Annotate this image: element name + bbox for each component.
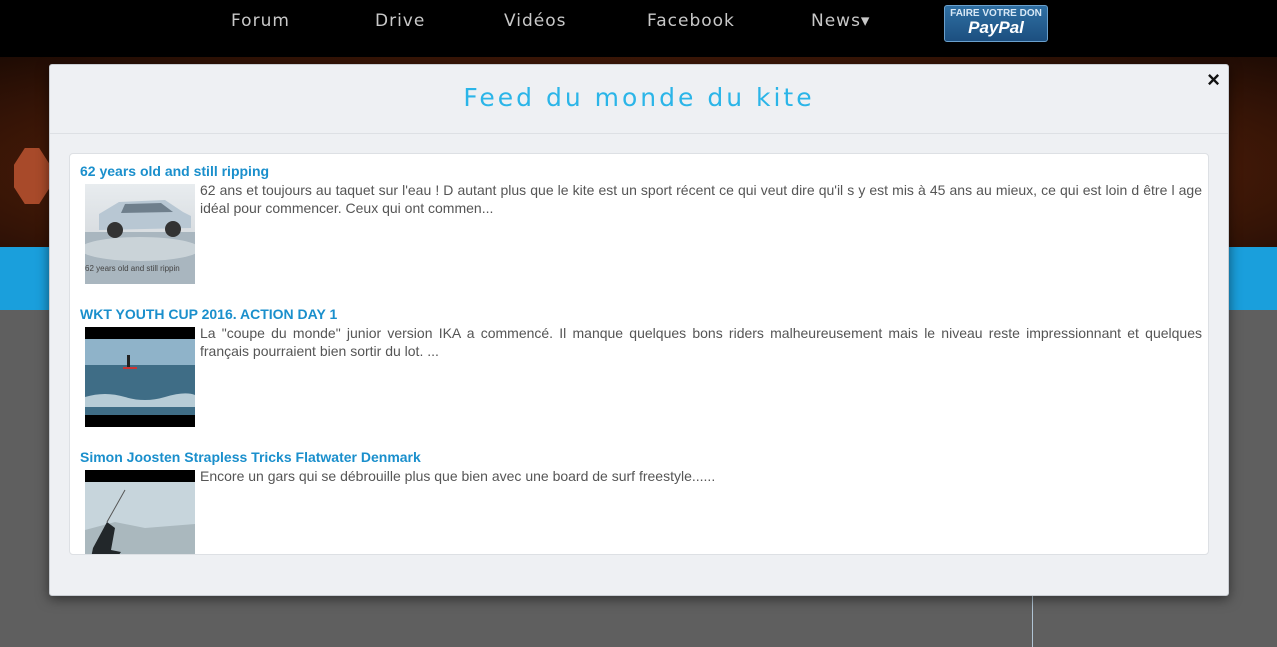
paypal-logo: PayPal <box>968 18 1024 37</box>
feed-item-title-link[interactable]: 62 years old and still ripping <box>80 163 1202 179</box>
modal-header: Feed du monde du kite × <box>50 65 1228 134</box>
paypal-donate-button[interactable]: FAIRE VOTRE DON PayPal <box>944 5 1048 42</box>
feed-list: 62 years old and still ripping 62 years … <box>69 153 1209 555</box>
divider-line <box>1032 594 1033 647</box>
modal-title: Feed du monde du kite <box>463 83 815 112</box>
nav-news-dropdown[interactable]: News▾ <box>811 11 870 31</box>
feed-item-description: La "coupe du monde" junior version IKA a… <box>200 325 1202 359</box>
feed-item-title-link[interactable]: Simon Joosten Strapless Tricks Flatwater… <box>80 449 1202 465</box>
feed-item: Simon Joosten Strapless Tricks Flatwater… <box>80 449 1202 554</box>
feed-modal: Feed du monde du kite × 62 years old and… <box>49 64 1229 596</box>
nav-forum-link[interactable]: Forum <box>231 11 290 31</box>
feed-item-description: 62 ans et toujours au taquet sur l'eau !… <box>200 182 1202 216</box>
top-navigation: Forum Drive Vidéos Facebook News▾ FAIRE … <box>0 0 1277 57</box>
feed-item-title-link[interactable]: WKT YOUTH CUP 2016. ACTION DAY 1 <box>80 306 1202 322</box>
feed-item-thumbnail[interactable] <box>85 470 195 554</box>
feed-item: WKT YOUTH CUP 2016. ACTION DAY 1 La "cou… <box>80 306 1202 427</box>
close-icon[interactable]: × <box>1207 69 1220 91</box>
nav-drive-link[interactable]: Drive <box>375 11 425 31</box>
feed-item-thumbnail[interactable] <box>85 327 195 427</box>
feed-item: 62 years old and still ripping 62 years … <box>80 163 1202 284</box>
feed-item-description: Encore un gars qui se débrouille plus qu… <box>200 468 716 484</box>
feed-item-thumbnail[interactable]: 62 years old and still rippin <box>85 184 195 284</box>
nav-videos-link[interactable]: Vidéos <box>504 11 567 31</box>
thumbnail-caption: 62 years old and still rippin <box>85 264 180 273</box>
nav-facebook-link[interactable]: Facebook <box>647 11 735 31</box>
